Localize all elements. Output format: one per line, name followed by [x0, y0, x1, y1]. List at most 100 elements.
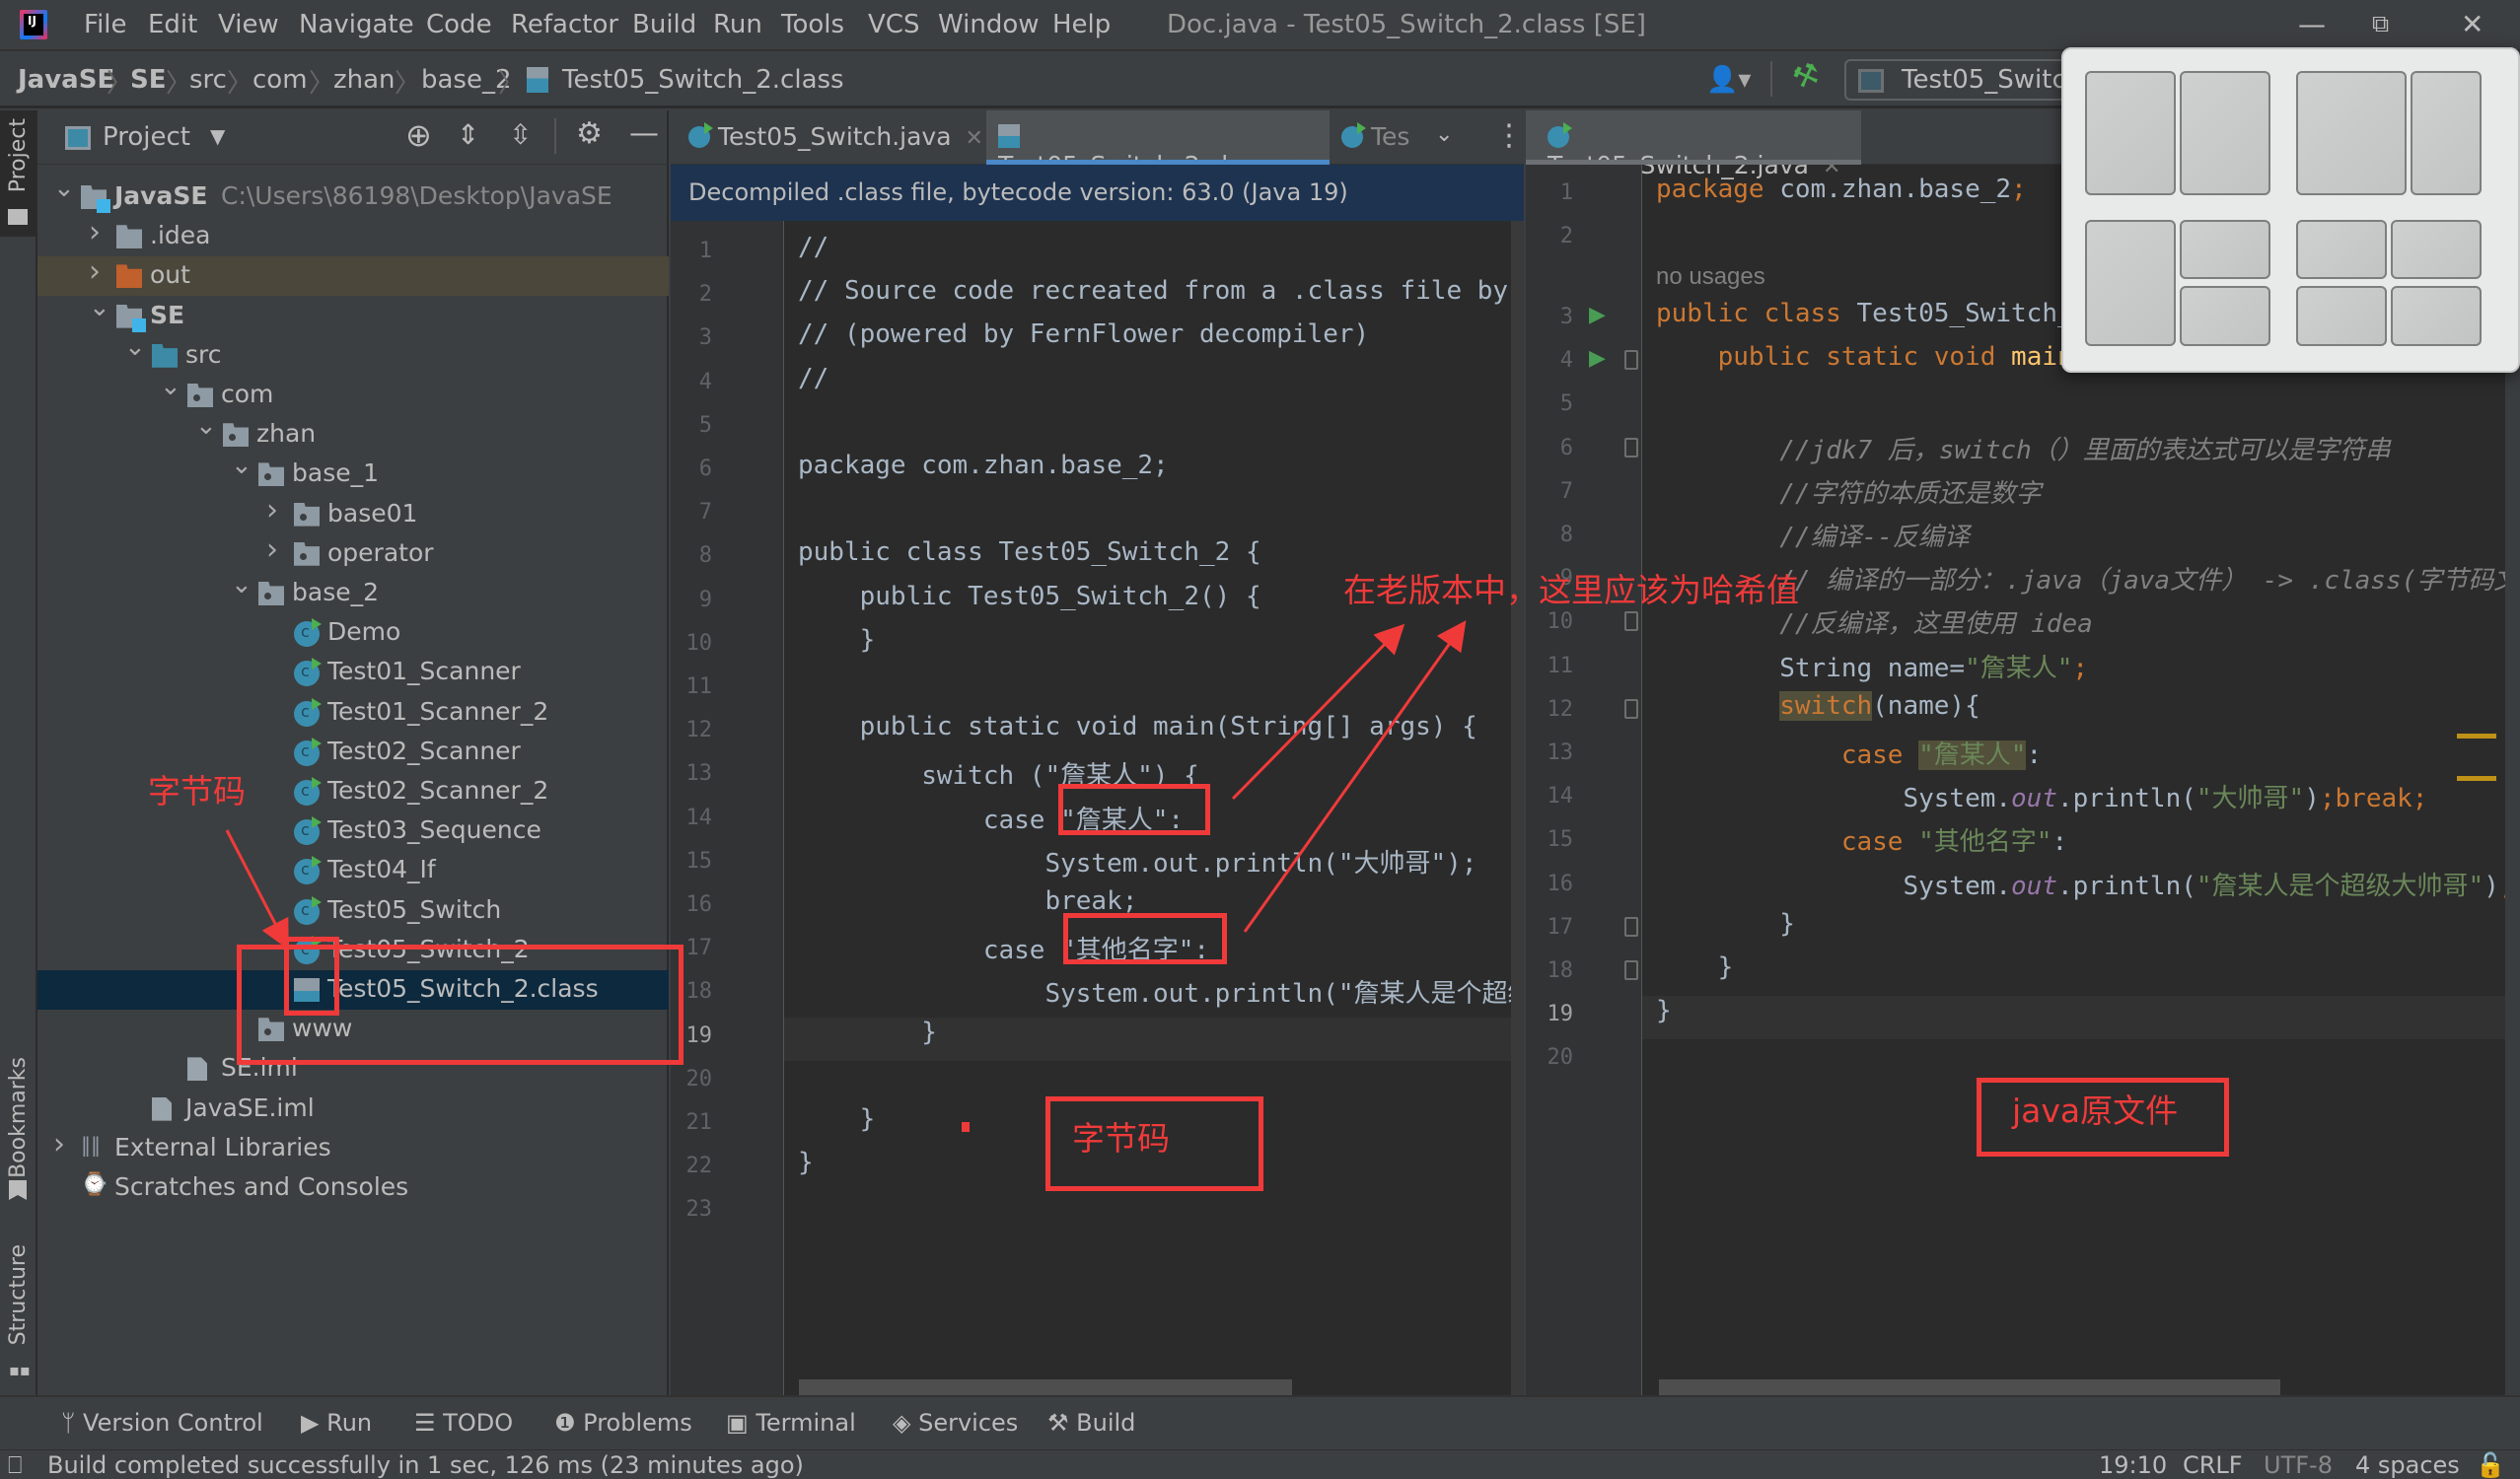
expand-arrow-icon[interactable]: › [89, 215, 101, 249]
tree-item[interactable]: › ‖‖ External Libraries [37, 1127, 669, 1168]
run-gutter-icon[interactable]: ▶ [1589, 303, 1606, 327]
bookmarks-tool-tab[interactable]: Bookmarks [6, 1057, 31, 1178]
expand-arrow-icon[interactable]: › [53, 1127, 65, 1162]
tool-build[interactable]: ⚒ Build [1047, 1409, 1135, 1437]
expand-all-icon[interactable]: ⇕ [457, 118, 479, 151]
close-tab-icon[interactable]: ✕ [966, 126, 983, 151]
more-options-icon[interactable]: ⋮ [1494, 118, 1524, 153]
menu-code[interactable]: Code [426, 10, 492, 39]
breadcrumb-file[interactable]: Test05_Switch_2.class [562, 65, 844, 95]
tree-item[interactable]: › base01 [37, 493, 669, 534]
tool-problems[interactable]: ❶ Problems [554, 1409, 692, 1437]
tab-test05-switch-2-java[interactable]: Test05_Switch_2.java ✕ [1526, 110, 1861, 179]
line-separator[interactable]: CRLF [2183, 1451, 2243, 1479]
horizontal-scrollbar[interactable] [1659, 1379, 2280, 1395]
snap-zone[interactable] [2296, 286, 2387, 346]
menu-build[interactable]: Build [632, 10, 696, 39]
menu-view[interactable]: View [218, 10, 279, 39]
indent-setting[interactable]: 4 spaces [2355, 1451, 2460, 1479]
collapse-all-icon[interactable]: ⇳ [509, 118, 532, 151]
tree-item[interactable]: Test05_Switch [37, 891, 669, 931]
tree-item[interactable]: Test02_Scanner [37, 733, 669, 772]
snap-zone[interactable] [2296, 71, 2407, 195]
structure-tool-tab[interactable]: Structure [6, 1244, 31, 1345]
run-config-selector[interactable]: Test05_Switch [1844, 59, 2082, 101]
menu-run[interactable]: Run [713, 10, 762, 39]
menu-window[interactable]: Window [938, 10, 1040, 39]
snap-zone[interactable] [2391, 286, 2482, 346]
tool-window-project-active[interactable]: Project [0, 110, 37, 237]
tree-item[interactable]: › .idea [37, 215, 669, 256]
tree-item[interactable]: ⌄ base_1 [37, 451, 669, 494]
snap-zone[interactable] [2180, 220, 2270, 279]
tree-item[interactable]: Test01_Scanner [37, 653, 669, 692]
tab-test05-switch-2-class[interactable]: Test05_Switch_2.class✕ [986, 110, 1330, 179]
vertical-scrollbar[interactable] [1511, 221, 1524, 1444]
menu-file[interactable]: File [84, 10, 127, 39]
tree-item[interactable]: › operator [37, 532, 669, 574]
tool-terminal[interactable]: ▣ Terminal [726, 1409, 856, 1437]
fold-marker-icon[interactable] [1624, 959, 1638, 980]
tab-test05-switch-java[interactable]: Test05_Switch.java ✕ [688, 110, 984, 165]
breadcrumb-src[interactable]: src [189, 65, 227, 95]
snap-zone[interactable] [2180, 286, 2270, 346]
snap-zone[interactable] [2296, 220, 2387, 279]
tool-version-control[interactable]: ᛘ Version Control [61, 1409, 263, 1437]
chevron-down-icon[interactable]: ▼ [210, 124, 225, 148]
breadcrumb-se[interactable]: SE [130, 65, 167, 95]
snap-zone[interactable] [2085, 220, 2176, 346]
menu-navigate[interactable]: Navigate [299, 10, 414, 39]
tree-item[interactable]: Test04_If [37, 851, 669, 890]
expand-arrow-icon[interactable]: › [266, 493, 278, 528]
fold-marker-icon[interactable] [1624, 611, 1638, 632]
tree-item[interactable]: ⌄ com [37, 372, 669, 415]
minimize-button[interactable]: — [2298, 8, 2326, 40]
tool-services[interactable]: ◈ Services [893, 1409, 1018, 1437]
menu-help[interactable]: Help [1052, 10, 1111, 39]
close-button[interactable]: ✕ [2461, 8, 2484, 40]
breadcrumb-com[interactable]: com [252, 65, 308, 95]
tab-truncated[interactable]: Tes [1341, 110, 1420, 165]
fold-marker-icon[interactable] [1624, 698, 1638, 719]
project-view-title[interactable]: Project [103, 122, 190, 152]
restore-button[interactable]: ⧉ [2372, 10, 2389, 37]
user-icon[interactable]: 👤▾ [1706, 65, 1751, 95]
lock-icon[interactable]: 🔓 [2476, 1451, 2505, 1479]
file-encoding[interactable]: UTF-8 [2264, 1451, 2333, 1479]
menu-edit[interactable]: Edit [148, 10, 197, 39]
fold-marker-icon[interactable] [1624, 916, 1638, 937]
expand-arrow-icon[interactable]: › [89, 254, 101, 289]
project-tool-tab[interactable]: Project [6, 118, 31, 192]
run-gutter-icon[interactable]: ▶ [1589, 346, 1606, 371]
breadcrumb-zhan[interactable]: zhan [333, 65, 396, 95]
snap-zone[interactable] [2411, 71, 2482, 195]
error-stripe-mark[interactable] [2457, 776, 2496, 781]
fold-marker-icon[interactable] [1624, 350, 1638, 371]
error-stripe-mark[interactable] [2457, 734, 2496, 739]
menu-tools[interactable]: Tools [781, 10, 844, 39]
tree-item[interactable]: JavaSE.iml [37, 1090, 669, 1129]
tree-item[interactable]: ⌄ src [37, 332, 669, 376]
tree-item[interactable]: ⌄ SE [37, 293, 669, 336]
tree-item[interactable]: ⌄ zhan [37, 411, 669, 455]
snap-zone[interactable] [2180, 71, 2270, 195]
tree-item[interactable]: Test02_Scanner_2 [37, 772, 669, 811]
menu-vcs[interactable]: VCS [868, 10, 919, 39]
snap-zone[interactable] [2085, 71, 2176, 195]
build-hammer-icon[interactable]: ⚒ [1788, 55, 1825, 97]
menu-refactor[interactable]: Refactor [511, 10, 618, 39]
tree-item[interactable]: Test03_Sequence [37, 811, 669, 851]
tab-list-chevron-icon[interactable]: ⌄ [1435, 122, 1453, 147]
tree-item[interactable]: ⌄ JavaSE C:\Users\86198\Desktop\JavaSE [37, 174, 669, 217]
horizontal-scrollbar[interactable] [799, 1379, 1292, 1395]
collapse-arrow-icon[interactable]: ⌄ [160, 372, 181, 401]
collapse-arrow-icon[interactable]: ⌄ [231, 451, 252, 480]
fold-marker-icon[interactable] [1624, 437, 1638, 458]
collapse-arrow-icon[interactable]: ⌄ [231, 570, 252, 599]
tree-item[interactable]: Test01_Scanner_2 [37, 693, 669, 733]
collapse-arrow-icon[interactable]: ⌄ [89, 293, 110, 322]
collapse-arrow-icon[interactable]: ⌄ [124, 332, 146, 362]
tree-item[interactable]: Demo [37, 613, 669, 653]
expand-arrow-icon[interactable]: › [266, 532, 278, 567]
tree-item[interactable]: › out [37, 254, 669, 297]
